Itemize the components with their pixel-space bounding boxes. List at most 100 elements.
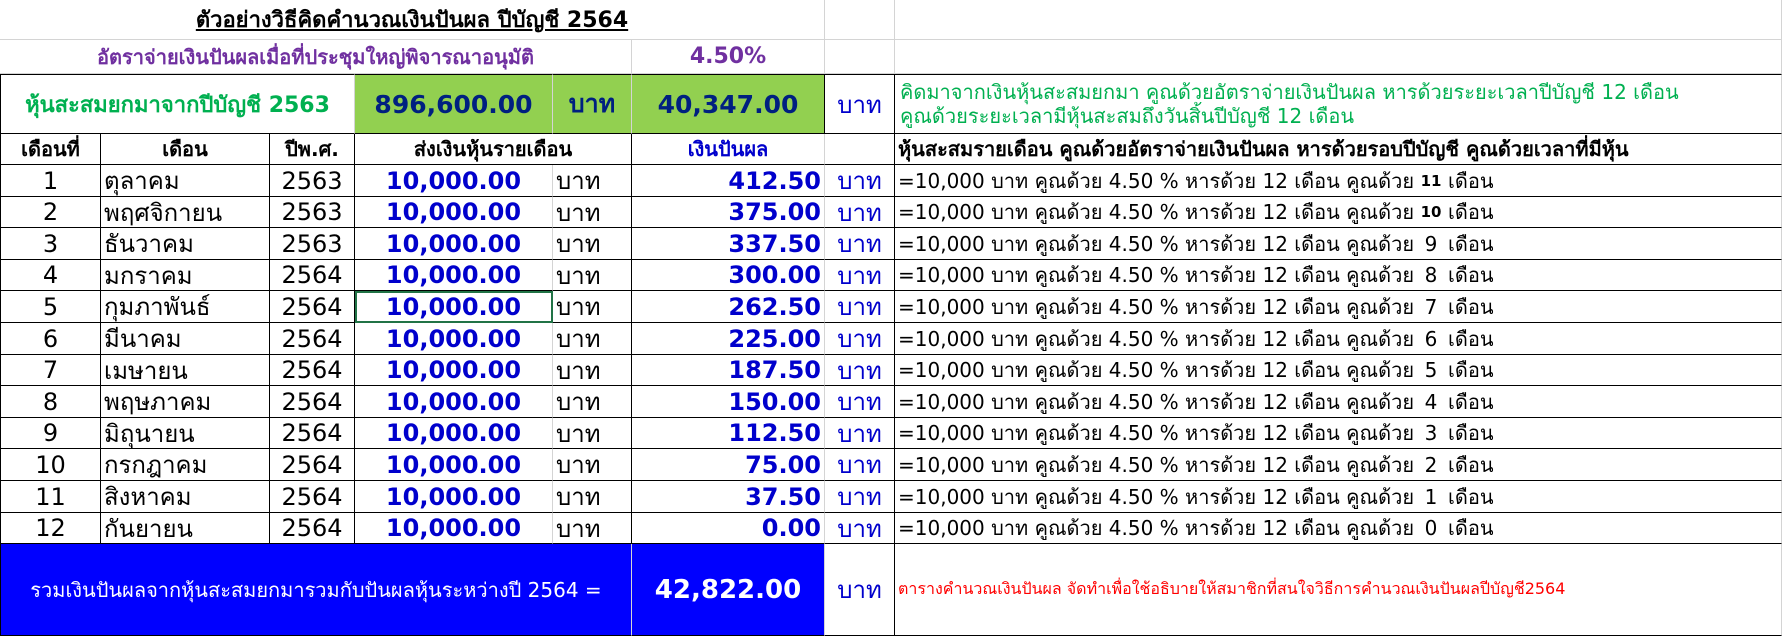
row-deposit-unit[interactable]: บาท	[553, 197, 632, 228]
row-month-no[interactable]: 5	[0, 291, 101, 323]
row-month-no[interactable]: 2	[0, 197, 101, 228]
carry-note[interactable]: คิดมาจากเงินหุ้นสะสมยกมา คูณด้วยอัตราจ่า…	[895, 74, 1782, 134]
row-deposit-unit[interactable]: บาท	[553, 260, 632, 291]
row-deposit[interactable]: 10,000.00	[355, 481, 553, 513]
sheet-title[interactable]: ตัวอย่างวิธีคิดคำนวณเงินปันผล ปีบัญชี 25…	[0, 0, 825, 40]
row-month-name[interactable]: กรกฎาคม	[101, 449, 270, 481]
row-year[interactable]: 2564	[270, 481, 355, 513]
row-month-no[interactable]: 11	[0, 481, 101, 513]
row-deposit[interactable]: 10,000.00	[355, 260, 553, 291]
total-label[interactable]: รวมเงินปันผลจากหุ้นสะสมยกมารวมกับปันผลหุ…	[0, 544, 632, 636]
row-year[interactable]: 2564	[270, 323, 355, 355]
row-deposit[interactable]: 10,000.00	[355, 165, 553, 197]
row-dividend[interactable]: 412.50	[632, 165, 825, 197]
row-month-name[interactable]: พฤษภาคม	[101, 386, 270, 418]
row-month-no[interactable]: 9	[0, 418, 101, 449]
empty-cell[interactable]	[825, 0, 895, 40]
row-dividend-unit[interactable]: บาท	[825, 228, 895, 260]
row-dividend-unit[interactable]: บาท	[825, 323, 895, 355]
row-year[interactable]: 2564	[270, 291, 355, 323]
row-formula[interactable]: =10,000 บาท คูณด้วย 4.50 % หารด้วย 12 เด…	[895, 386, 1782, 418]
row-formula[interactable]: =10,000 บาท คูณด้วย 4.50 % หารด้วย 12 เด…	[895, 513, 1782, 544]
row-dividend-unit[interactable]: บาท	[825, 197, 895, 228]
header-dividend[interactable]: เงินปันผล	[632, 134, 825, 165]
row-dividend-unit[interactable]: บาท	[825, 165, 895, 197]
row-month-name[interactable]: สิงหาคม	[101, 481, 270, 513]
carry-dividend[interactable]: 40,347.00	[632, 74, 825, 134]
row-deposit-unit[interactable]: บาท	[553, 481, 632, 513]
carry-label[interactable]: หุ้นสะสมยกมาจากปีบัญชี 2563	[0, 74, 355, 134]
row-dividend[interactable]: 337.50	[632, 228, 825, 260]
row-formula[interactable]: =10,000 บาท คูณด้วย 4.50 % หารด้วย 12 เด…	[895, 228, 1782, 260]
row-dividend-unit[interactable]: บาท	[825, 355, 895, 386]
row-dividend[interactable]: 375.00	[632, 197, 825, 228]
row-month-name[interactable]: ธันวาคม	[101, 228, 270, 260]
row-deposit-unit[interactable]: บาท	[553, 418, 632, 449]
row-formula[interactable]: =10,000 บาท คูณด้วย 4.50 % หารด้วย 12 เด…	[895, 355, 1782, 386]
row-deposit-unit[interactable]: บาท	[553, 386, 632, 418]
row-dividend[interactable]: 187.50	[632, 355, 825, 386]
row-month-no[interactable]: 3	[0, 228, 101, 260]
empty-cell[interactable]	[825, 40, 895, 74]
row-month-no[interactable]: 1	[0, 165, 101, 197]
carry-amount[interactable]: 896,600.00	[355, 74, 553, 134]
header-month[interactable]: เดือน	[101, 134, 270, 165]
row-deposit-unit[interactable]: บาท	[553, 449, 632, 481]
row-dividend-unit[interactable]: บาท	[825, 513, 895, 544]
row-dividend[interactable]: 37.50	[632, 481, 825, 513]
row-deposit[interactable]: 10,000.00	[355, 228, 553, 260]
total-value[interactable]: 42,822.00	[632, 544, 825, 636]
row-dividend[interactable]: 112.50	[632, 418, 825, 449]
row-formula[interactable]: =10,000 บาท คูณด้วย 4.50 % หารด้วย 12 เด…	[895, 197, 1782, 228]
row-deposit[interactable]: 10,000.00	[355, 513, 553, 544]
row-formula[interactable]: =10,000 บาท คูณด้วย 4.50 % หารด้วย 12 เด…	[895, 449, 1782, 481]
row-formula[interactable]: =10,000 บาท คูณด้วย 4.50 % หารด้วย 12 เด…	[895, 165, 1782, 197]
row-deposit-unit[interactable]: บาท	[553, 323, 632, 355]
row-dividend[interactable]: 262.50	[632, 291, 825, 323]
row-month-no[interactable]: 10	[0, 449, 101, 481]
header-month-no[interactable]: เดือนที่	[0, 134, 101, 165]
row-deposit-unit[interactable]: บาท	[553, 513, 632, 544]
row-dividend-unit[interactable]: บาท	[825, 418, 895, 449]
footer-note[interactable]: ตารางคำนวณเงินปันผล จัดทำเพื่อใช้อธิบายใ…	[895, 544, 1782, 636]
total-unit[interactable]: บาท	[825, 544, 895, 636]
row-month-no[interactable]: 6	[0, 323, 101, 355]
row-year[interactable]: 2564	[270, 386, 355, 418]
row-month-name[interactable]: กุมภาพันธ์	[101, 291, 270, 323]
row-year[interactable]: 2563	[270, 197, 355, 228]
row-formula[interactable]: =10,000 บาท คูณด้วย 4.50 % หารด้วย 12 เด…	[895, 418, 1782, 449]
row-month-name[interactable]: เมษายน	[101, 355, 270, 386]
row-month-name[interactable]: พฤศจิกายน	[101, 197, 270, 228]
header-dividend-unit[interactable]	[825, 134, 895, 165]
row-year[interactable]: 2563	[270, 228, 355, 260]
row-dividend[interactable]: 75.00	[632, 449, 825, 481]
row-month-name[interactable]: มิถุนายน	[101, 418, 270, 449]
row-formula[interactable]: =10,000 บาท คูณด้วย 4.50 % หารด้วย 12 เด…	[895, 291, 1782, 323]
row-month-name[interactable]: กันยายน	[101, 513, 270, 544]
header-year[interactable]: ปีพ.ศ.	[270, 134, 355, 165]
row-dividend[interactable]: 225.00	[632, 323, 825, 355]
rate-label[interactable]: อัตราจ่ายเงินปันผลเมื่อที่ประชุมใหญ่พิจา…	[0, 40, 632, 74]
row-deposit-unit[interactable]: บาท	[553, 355, 632, 386]
row-deposit-unit[interactable]: บาท	[553, 228, 632, 260]
row-dividend-unit[interactable]: บาท	[825, 386, 895, 418]
row-year[interactable]: 2564	[270, 449, 355, 481]
row-dividend-unit[interactable]: บาท	[825, 291, 895, 323]
row-year[interactable]: 2563	[270, 165, 355, 197]
row-deposit[interactable]: 10,000.00	[355, 355, 553, 386]
row-deposit[interactable]: 10,000.00	[355, 449, 553, 481]
row-year[interactable]: 2564	[270, 513, 355, 544]
row-dividend-unit[interactable]: บาท	[825, 449, 895, 481]
row-year[interactable]: 2564	[270, 355, 355, 386]
row-deposit[interactable]: 10,000.00	[355, 386, 553, 418]
row-month-name[interactable]: ตุลาคม	[101, 165, 270, 197]
row-month-name[interactable]: มีนาคม	[101, 323, 270, 355]
carry-dividend-unit[interactable]: บาท	[825, 74, 895, 134]
row-deposit-unit[interactable]: บาท	[553, 165, 632, 197]
row-deposit[interactable]: 10,000.00	[355, 291, 553, 323]
row-dividend[interactable]: 0.00	[632, 513, 825, 544]
header-deposit[interactable]: ส่งเงินหุ้นรายเดือน	[355, 134, 632, 165]
row-deposit[interactable]: 10,000.00	[355, 323, 553, 355]
row-dividend-unit[interactable]: บาท	[825, 260, 895, 291]
row-dividend[interactable]: 150.00	[632, 386, 825, 418]
